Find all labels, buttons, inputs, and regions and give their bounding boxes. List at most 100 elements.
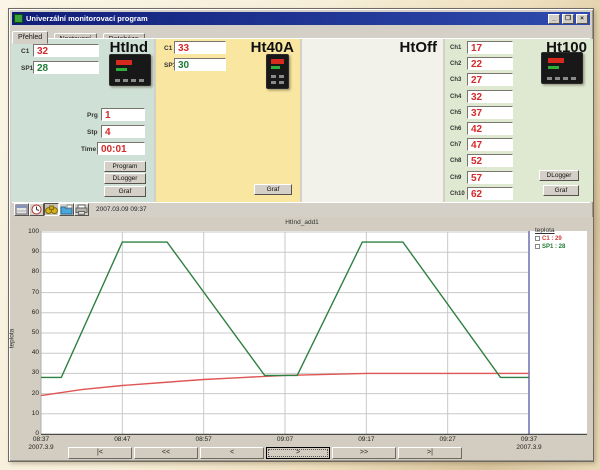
channel-value-field[interactable]: 37 — [467, 106, 513, 119]
device-red-display — [271, 59, 284, 64]
dlogger-button[interactable]: DLogger — [539, 170, 579, 181]
channel-row: Ch747 — [445, 138, 593, 153]
program-button[interactable]: Program — [104, 161, 146, 172]
folder-icon[interactable] — [59, 203, 74, 216]
channel-row: Ch6 42 — [445, 122, 593, 137]
device-green-display — [116, 68, 127, 71]
legend-entry-sp1: SP1 : 28 — [542, 244, 565, 250]
toolbar: 2007.03.09 09:37 — [12, 202, 590, 216]
y-axis-tick: 50 — [17, 329, 39, 337]
y-axis-tick: 100 — [17, 228, 39, 236]
prg-value-field[interactable]: 1 — [101, 108, 145, 121]
channel-label: Ch10 — [450, 191, 465, 197]
time-label: Time — [81, 146, 96, 153]
sp1-value-field[interactable]: 28 — [33, 61, 99, 74]
channel-label: Ch5 — [450, 110, 461, 116]
chart-nav-first[interactable]: |< — [68, 447, 132, 459]
y-axis-tick: 20 — [17, 390, 39, 398]
channel-row: Ch5 37 — [445, 106, 593, 121]
controller-device-image — [109, 54, 151, 86]
toolbar-datetime: 2007.03.09 09:37 — [96, 206, 147, 213]
channel-label: Ch9 — [450, 175, 461, 181]
y-axis-tick: 40 — [17, 349, 39, 357]
stp-label: Stp — [87, 129, 97, 136]
graf-button[interactable]: Graf — [254, 184, 292, 195]
c1-label: C1 — [21, 48, 29, 55]
chart-nav-fast-forward[interactable]: >> — [332, 447, 396, 459]
channel-row: Ch8 52 — [445, 154, 593, 169]
chart-canvas — [33, 223, 589, 435]
x-axis-tick: 09:07 — [268, 436, 302, 443]
channel-label: Ch6 — [450, 126, 461, 132]
controller-device-image — [266, 54, 289, 89]
channel-value-field[interactable]: 22 — [467, 57, 513, 70]
chart-nav-back[interactable]: < — [200, 447, 264, 459]
graf-button[interactable]: Graf — [104, 186, 146, 197]
channel-value-field[interactable]: 42 — [467, 122, 513, 135]
channel-label: Ch4 — [450, 94, 461, 100]
legend-entry-c1: C1 : 29 — [542, 236, 562, 242]
graf-button[interactable]: Graf — [543, 185, 579, 196]
c1-value-field[interactable]: 33 — [174, 41, 226, 54]
channel-value-field[interactable]: 47 — [467, 138, 513, 151]
panel-ht40a: Ht40A C1 33 SP1 30 Graf — [156, 39, 300, 202]
y-axis-tick: 90 — [17, 248, 39, 256]
prg-label: Prg — [87, 112, 98, 119]
stp-value-field[interactable]: 4 — [101, 125, 145, 138]
maximize-button[interactable]: ❐ — [562, 14, 574, 24]
chart-legend: teplota C1 : 29 SP1 : 28 — [535, 227, 587, 250]
chart-section: HtInd_add1 teplota 010203040506070809010… — [11, 217, 593, 460]
legend-row-sp1: SP1 : 28 — [535, 243, 587, 250]
app-icon — [14, 14, 23, 23]
channel-row: Ch4 32 — [445, 90, 593, 105]
legend-checkbox-c1[interactable] — [535, 236, 540, 241]
panel-title: HtOff — [400, 39, 438, 56]
y-axis-label: teplota — [8, 329, 15, 349]
clock-icon[interactable] — [29, 203, 44, 216]
x-axis-tick: 08:37 — [24, 436, 58, 443]
binoculars-icon[interactable] — [44, 203, 59, 216]
controller-device-image — [541, 52, 583, 84]
chart-nav-bar: |<<<<>>>>| — [11, 447, 593, 460]
channel-label: Ch8 — [450, 158, 461, 164]
panel-htoff: HtOff — [302, 39, 443, 202]
device-green-display — [548, 66, 559, 69]
channel-value-field[interactable]: 57 — [467, 171, 513, 184]
channel-label: Ch2 — [450, 61, 461, 67]
device-green-display — [271, 66, 280, 69]
time-value-field[interactable]: 00:01 — [97, 142, 145, 155]
channel-value-field[interactable]: 52 — [467, 154, 513, 167]
x-axis-tick: 09:17 — [349, 436, 383, 443]
sp1-value-field[interactable]: 30 — [174, 58, 226, 71]
title-bar[interactable]: Univerzální monitorovací program _ ❐ × — [12, 12, 590, 25]
channel-value-field[interactable]: 17 — [467, 41, 513, 54]
legend-checkbox-sp1[interactable] — [535, 244, 540, 249]
close-button[interactable]: × — [576, 14, 588, 24]
chart-nav-forward[interactable]: > — [266, 447, 330, 459]
panel-htind: HtInd C1 32 SP1 28 Prg 1 Stp 4 Time 00:0… — [11, 39, 154, 202]
c1-value-field[interactable]: 32 — [33, 44, 99, 57]
x-axis-tick: 09:27 — [431, 436, 465, 443]
device-red-display — [548, 58, 564, 63]
tab-prehled[interactable]: Přehled — [12, 31, 48, 44]
app-window: Univerzální monitorovací program _ ❐ × P… — [8, 8, 594, 462]
legend-row-c1: C1 : 29 — [535, 235, 587, 242]
chart-nav-fast-back[interactable]: << — [134, 447, 198, 459]
x-axis-tick: 08:47 — [105, 436, 139, 443]
window-title: Univerzální monitorovací program — [26, 14, 546, 23]
y-axis-tick: 70 — [17, 289, 39, 297]
channel-label: Ch1 — [450, 45, 461, 51]
channel-value-field[interactable]: 27 — [467, 73, 513, 86]
device-red-display — [116, 60, 132, 65]
x-axis-tick: 09:37 — [512, 436, 546, 443]
channel-value-field[interactable]: 62 — [467, 187, 513, 200]
window-view-icon[interactable] — [14, 203, 29, 216]
channel-label: Ch3 — [450, 77, 461, 83]
y-axis-tick: 80 — [17, 268, 39, 276]
x-axis-tick: 08:57 — [187, 436, 221, 443]
channel-value-field[interactable]: 32 — [467, 90, 513, 103]
chart-nav-last[interactable]: >| — [398, 447, 462, 459]
printer-icon[interactable] — [74, 203, 89, 216]
dlogger-button[interactable]: DLogger — [104, 173, 146, 184]
minimize-button[interactable]: _ — [548, 14, 560, 24]
